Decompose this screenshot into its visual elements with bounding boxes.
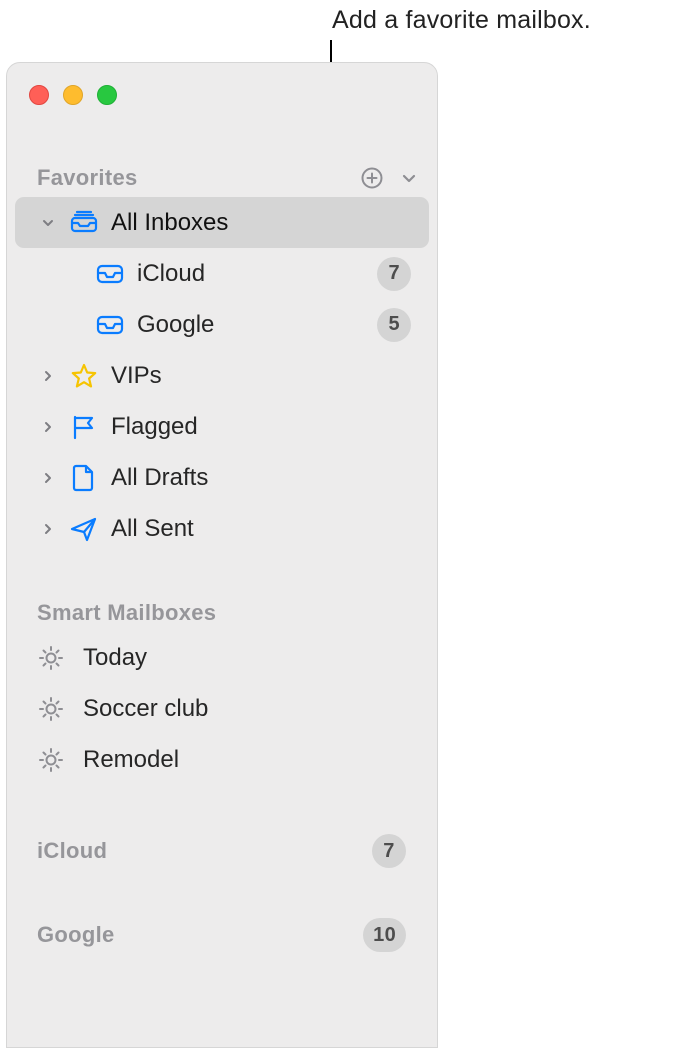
paper-plane-icon bbox=[67, 515, 101, 543]
gear-icon bbox=[37, 746, 77, 774]
unread-count-badge: 5 bbox=[377, 308, 411, 342]
disclosure-toggle[interactable] bbox=[39, 369, 57, 383]
favorites-all-sent[interactable]: All Sent bbox=[15, 503, 429, 554]
smart-mailbox-soccer[interactable]: Soccer club bbox=[7, 683, 437, 734]
disclosure-toggle[interactable] bbox=[39, 216, 57, 230]
zoom-window-button[interactable] bbox=[97, 85, 117, 105]
mailbox-label: Flagged bbox=[111, 413, 411, 441]
favorites-collapse-toggle[interactable] bbox=[399, 168, 419, 188]
smart-mailbox-today[interactable]: Today bbox=[7, 632, 437, 683]
disclosure-toggle[interactable] bbox=[39, 420, 57, 434]
mailbox-label: Google bbox=[137, 311, 367, 339]
mail-sidebar-window: Favorites bbox=[6, 62, 438, 1048]
window-traffic-lights bbox=[7, 63, 437, 105]
account-label: iCloud bbox=[37, 838, 372, 864]
favorites-icloud-inbox[interactable]: iCloud 7 bbox=[15, 248, 429, 299]
mailbox-label: All Drafts bbox=[111, 464, 411, 492]
unread-count-badge: 7 bbox=[372, 834, 406, 868]
close-window-button[interactable] bbox=[29, 85, 49, 105]
gear-icon bbox=[37, 695, 77, 723]
callout-text: Add a favorite mailbox. bbox=[332, 6, 591, 35]
account-icloud[interactable]: iCloud 7 bbox=[7, 821, 437, 881]
favorites-google-inbox[interactable]: Google 5 bbox=[15, 299, 429, 350]
favorites-header-label: Favorites bbox=[37, 165, 138, 191]
accounts-list: iCloud 7 Google 10 bbox=[7, 821, 437, 965]
inbox-icon bbox=[93, 262, 127, 286]
smart-mailbox-remodel[interactable]: Remodel bbox=[7, 734, 437, 785]
smart-mailboxes-list: Today Soccer club Remodel bbox=[7, 626, 437, 785]
favorites-vips[interactable]: VIPs bbox=[15, 350, 429, 401]
chevron-right-icon bbox=[41, 369, 55, 383]
disclosure-toggle[interactable] bbox=[39, 522, 57, 536]
mailbox-label: All Sent bbox=[111, 515, 411, 543]
account-label: Google bbox=[37, 922, 363, 948]
smart-mailbox-label: Soccer club bbox=[83, 695, 208, 723]
chevron-right-icon bbox=[41, 522, 55, 536]
disclosure-toggle[interactable] bbox=[39, 471, 57, 485]
favorites-all-drafts[interactable]: All Drafts bbox=[15, 452, 429, 503]
minimize-window-button[interactable] bbox=[63, 85, 83, 105]
favorites-list: All Inboxes iCloud 7 Google 5 bbox=[7, 191, 437, 554]
favorites-all-inboxes[interactable]: All Inboxes bbox=[15, 197, 429, 248]
inbox-icon bbox=[93, 313, 127, 337]
chevron-right-icon bbox=[41, 471, 55, 485]
smart-mailboxes-header: Smart Mailboxes bbox=[7, 600, 437, 626]
plus-circle-icon bbox=[360, 166, 384, 190]
mailbox-label: iCloud bbox=[137, 260, 367, 288]
mailbox-label: VIPs bbox=[111, 362, 411, 390]
favorites-flagged[interactable]: Flagged bbox=[15, 401, 429, 452]
favorites-section-header: Favorites bbox=[7, 165, 437, 191]
chevron-down-icon bbox=[41, 216, 55, 230]
star-icon bbox=[67, 362, 101, 390]
chevron-right-icon bbox=[41, 420, 55, 434]
unread-count-badge: 10 bbox=[363, 918, 406, 952]
document-icon bbox=[67, 463, 101, 493]
add-favorite-button[interactable] bbox=[359, 165, 385, 191]
account-google[interactable]: Google 10 bbox=[7, 905, 437, 965]
smart-header-label: Smart Mailboxes bbox=[37, 600, 216, 626]
unread-count-badge: 7 bbox=[377, 257, 411, 291]
chevron-down-icon bbox=[399, 168, 419, 188]
mailbox-label: All Inboxes bbox=[111, 209, 411, 237]
flag-icon bbox=[67, 413, 101, 441]
stacked-inbox-icon bbox=[67, 209, 101, 237]
gear-icon bbox=[37, 644, 77, 672]
smart-mailbox-label: Today bbox=[83, 644, 147, 672]
smart-mailbox-label: Remodel bbox=[83, 746, 179, 774]
